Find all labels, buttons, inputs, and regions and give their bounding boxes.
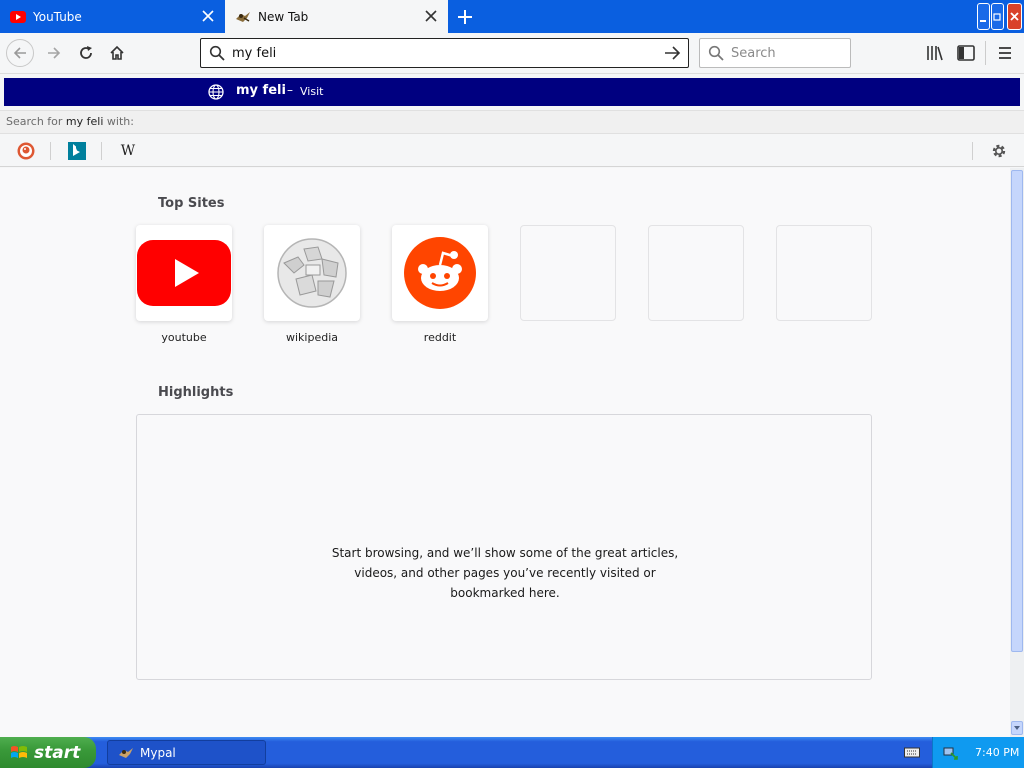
reload-button[interactable] (72, 39, 100, 67)
home-icon (110, 45, 124, 60)
system-tray: 7:40 PM (932, 737, 1024, 768)
mypal-favicon-icon (236, 11, 250, 22)
search-bar[interactable] (699, 38, 851, 68)
top-site-label: wikipedia (285, 331, 338, 344)
close-tab-icon[interactable] (424, 9, 438, 23)
search-for-term: my feli (65, 115, 104, 128)
forward-button[interactable] (40, 39, 68, 67)
wikipedia-icon[interactable]: W (118, 141, 138, 161)
taskbar-item-mypal[interactable]: Mypal (107, 740, 266, 765)
top-site-reddit[interactable]: reddit (392, 225, 488, 344)
url-input[interactable] (232, 43, 652, 63)
toolbar-separator (985, 41, 986, 65)
tab-label: New Tab (258, 9, 309, 24)
restore-window-button[interactable] (991, 3, 1004, 30)
start-button[interactable]: start (0, 737, 96, 768)
url-autocomplete-dropdown: my feli – Visit Search for my feli with:… (0, 74, 1024, 168)
search-for-suffix: with: (103, 115, 134, 128)
engine-separator (972, 142, 973, 160)
close-window-button[interactable] (1007, 3, 1022, 30)
highlights-empty-state: Start browsing, and we’ll show some of t… (136, 414, 872, 680)
arrow-left-icon (13, 47, 26, 59)
engine-separator (50, 142, 51, 160)
tab-label: YouTube (33, 9, 82, 24)
youtube-logo-icon (137, 240, 231, 306)
arrow-right-icon (48, 47, 61, 59)
network-icon[interactable] (943, 745, 959, 761)
top-site-youtube[interactable]: youtube (136, 225, 232, 344)
minimize-window-button[interactable] (977, 3, 990, 30)
empty-tile (520, 225, 616, 321)
search-icon (209, 45, 225, 61)
top-site-empty-slot (648, 225, 744, 321)
navigation-toolbar (0, 33, 1024, 74)
windows-taskbar: start Mypal 7:40 PM (0, 737, 1024, 768)
top-site-empty-slot (776, 225, 872, 321)
tab-youtube[interactable]: YouTube (0, 0, 225, 33)
close-tab-icon[interactable] (201, 9, 215, 23)
start-label: start (34, 742, 81, 763)
tab-new-tab[interactable]: New Tab (225, 0, 448, 33)
search-input[interactable] (731, 43, 841, 63)
go-arrow-icon[interactable] (664, 45, 682, 61)
back-button[interactable] (6, 39, 34, 67)
one-off-search-engines: W (0, 134, 1024, 167)
hamburger-menu-icon[interactable] (995, 43, 1015, 63)
top-site-empty-slot (520, 225, 616, 321)
tab-strip: YouTube New Tab (0, 0, 1024, 33)
top-site-tile[interactable] (136, 225, 232, 321)
windows-logo-icon (11, 745, 27, 758)
search-with-label: Search for my feli with: (0, 110, 1024, 134)
keyboard-icon[interactable] (904, 746, 920, 758)
empty-tile (776, 225, 872, 321)
clock: 7:40 PM (975, 746, 1020, 759)
autocomplete-visit-row[interactable]: my feli – Visit (4, 78, 1020, 106)
duckduckgo-icon[interactable] (16, 141, 36, 161)
reddit-logo-icon (404, 237, 476, 309)
top-site-tile[interactable] (264, 225, 360, 321)
new-tab-page: Top Sites youtube wikipedia reddit Highl… (0, 168, 1010, 737)
highlights-heading: Highlights (158, 385, 234, 400)
globe-icon (208, 84, 224, 100)
top-site-tile[interactable] (392, 225, 488, 321)
home-button[interactable] (103, 39, 131, 67)
vertical-scrollbar[interactable] (1010, 168, 1024, 737)
scrollbar-thumb[interactable] (1011, 170, 1023, 652)
library-icon[interactable] (925, 43, 945, 63)
youtube-favicon-icon (10, 10, 26, 23)
autocomplete-text: my feli (236, 83, 286, 98)
empty-tile (648, 225, 744, 321)
search-for-prefix: Search for (6, 115, 66, 128)
scroll-down-button[interactable] (1011, 721, 1023, 735)
reload-icon (80, 46, 92, 59)
wikipedia-globe-icon (277, 238, 347, 308)
mypal-app-icon (119, 747, 133, 758)
engine-separator (101, 142, 102, 160)
autocomplete-action: Visit (300, 85, 324, 98)
top-site-label: youtube (161, 331, 207, 344)
sidebar-toggle-icon[interactable] (956, 43, 976, 63)
autocomplete-dash: – (287, 83, 293, 97)
taskbar-item-label: Mypal (140, 745, 176, 760)
highlights-empty-message: Start browsing, and we’ll show some of t… (331, 546, 679, 600)
search-icon (708, 45, 724, 61)
bing-icon[interactable] (67, 141, 87, 161)
gear-icon[interactable] (989, 141, 1009, 161)
url-bar[interactable] (200, 38, 689, 68)
top-sites-heading: Top Sites (158, 196, 225, 211)
top-site-wikipedia[interactable]: wikipedia (264, 225, 360, 344)
top-site-label: reddit (423, 331, 457, 344)
new-tab-plus-icon[interactable] (452, 4, 478, 30)
